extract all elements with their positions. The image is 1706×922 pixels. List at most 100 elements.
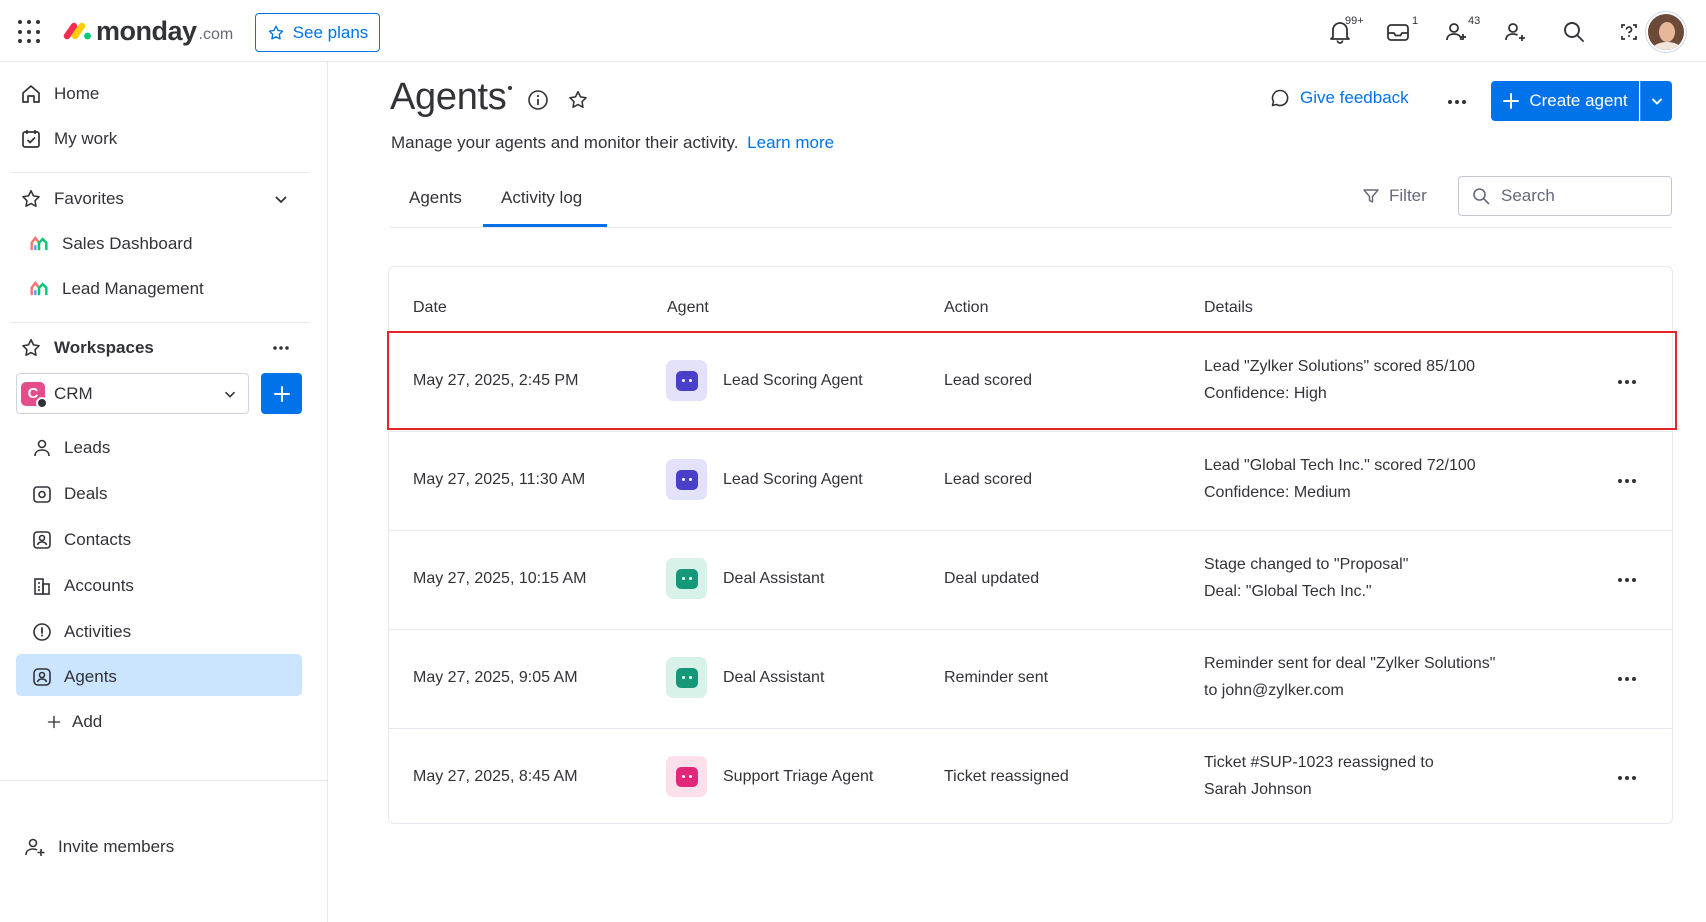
sidebar-item-accounts[interactable]: Accounts	[32, 568, 134, 604]
info-icon[interactable]	[527, 89, 549, 111]
activity-icon	[33, 623, 51, 641]
invite-user-icon[interactable]	[1502, 19, 1528, 45]
sidebar-add-button[interactable]: Add	[46, 704, 102, 740]
row-agent: Deal Assistant	[723, 570, 825, 587]
notifications-bell-icon[interactable]: 99+	[1327, 15, 1364, 45]
more-horizontal-icon[interactable]	[271, 340, 291, 356]
table-row[interactable]: May 27, 2025, 11:30 AM Lead Scoring Agen…	[389, 431, 1672, 530]
sidebar-item-deals[interactable]: Deals	[32, 476, 107, 512]
column-header-action: Action	[944, 299, 989, 316]
sidebar-item-my-work[interactable]: My work	[20, 121, 117, 157]
row-more-icon[interactable]	[1615, 568, 1639, 592]
sidebar-item-label: Accounts	[64, 576, 134, 595]
team-badge: 43	[1468, 15, 1481, 27]
apps-grid-icon[interactable]	[18, 20, 42, 44]
sidebar-item-label: Agents	[64, 667, 117, 686]
row-details-line-2: Confidence: High	[1204, 385, 1327, 402]
row-action: Reminder sent	[944, 669, 1049, 686]
sidebar-workspaces-header[interactable]: Workspaces	[20, 330, 154, 366]
row-details-line-1: Stage changed to "Proposal"	[1204, 556, 1409, 573]
give-feedback-button[interactable]: Give feedback	[1270, 88, 1409, 108]
row-agent: Support Triage Agent	[723, 768, 874, 785]
row-date: May 27, 2025, 2:45 PM	[413, 372, 579, 389]
row-date: May 27, 2025, 8:45 AM	[413, 768, 578, 785]
robot-face-icon	[675, 568, 698, 589]
row-more-icon[interactable]	[1615, 469, 1639, 493]
page-title: Agents	[390, 76, 507, 118]
favorite-item-lead-management[interactable]: Lead Management	[28, 271, 204, 307]
sidebar-item-activities[interactable]: Activities	[32, 614, 131, 650]
person-icon	[34, 439, 50, 457]
filter-button[interactable]: Filter	[1362, 186, 1427, 206]
favorite-item-label: Sales Dashboard	[62, 234, 193, 253]
table-row[interactable]: May 27, 2025, 10:15 AM Deal Assistant De…	[389, 530, 1672, 629]
inbox-icon[interactable]: 1	[1385, 15, 1418, 45]
sidebar-item-contacts[interactable]: Contacts	[32, 522, 131, 558]
table-row[interactable]: May 27, 2025, 9:05 AM Deal Assistant Rem…	[389, 629, 1672, 728]
sidebar: Home My work Favorites Sales Dashboard L…	[0, 62, 328, 922]
row-details-line-1: Lead "Zylker Solutions" scored 85/100	[1204, 358, 1476, 375]
agent-avatar-icon	[666, 360, 707, 401]
create-agent-dropdown-button[interactable]	[1640, 81, 1672, 121]
filter-icon	[1363, 189, 1379, 203]
inbox-badge: 1	[1412, 15, 1419, 27]
team-icon[interactable]: 43	[1444, 15, 1480, 45]
logo-wordmark: monday	[96, 15, 197, 46]
row-agent: Lead Scoring Agent	[723, 471, 863, 488]
invite-members-button[interactable]: Invite members	[24, 836, 174, 858]
contact-icon	[33, 531, 51, 549]
chevron-down-icon	[1651, 98, 1662, 105]
learn-more-link[interactable]: Learn more	[747, 133, 834, 152]
sidebar-divider	[10, 322, 310, 323]
monday-logo-icon	[63, 22, 91, 40]
sidebar-add-label: Add	[72, 712, 103, 731]
home-icon	[22, 85, 40, 103]
search-field[interactable]	[1458, 176, 1672, 216]
column-header-agent: Agent	[667, 299, 709, 316]
favorite-star-icon[interactable]	[567, 89, 589, 111]
sidebar-item-leads[interactable]: Leads	[32, 430, 110, 466]
tab-agents[interactable]: Agents	[409, 188, 462, 208]
column-header-details: Details	[1204, 299, 1253, 316]
row-more-icon[interactable]	[1615, 667, 1639, 691]
robot-face-icon	[675, 766, 698, 787]
give-feedback-label: Give feedback	[1300, 88, 1409, 107]
row-date: May 27, 2025, 9:05 AM	[413, 669, 578, 686]
create-agent-button[interactable]: Create agent	[1491, 81, 1639, 121]
row-more-icon[interactable]	[1615, 766, 1639, 790]
table-row[interactable]: May 27, 2025, 2:45 PM Lead Scoring Agent…	[389, 332, 1672, 431]
tab-activity-log[interactable]: Activity log	[501, 188, 582, 208]
sidebar-item-agents[interactable]: Agents	[32, 659, 117, 695]
monday-logo[interactable]: monday .com	[62, 14, 233, 48]
table-row[interactable]: May 27, 2025, 8:45 AM Support Triage Age…	[389, 728, 1672, 827]
deal-icon	[33, 486, 51, 503]
sidebar-item-label: Deals	[64, 484, 108, 503]
search-icon[interactable]	[1561, 19, 1587, 45]
avatar[interactable]	[1646, 12, 1686, 52]
chevron-down-icon[interactable]	[272, 190, 290, 208]
help-icon[interactable]	[1616, 19, 1642, 45]
row-more-icon[interactable]	[1615, 370, 1639, 394]
top-bar: monday .com See plans 99+ 1 43	[0, 0, 1706, 62]
sidebar-item-label: Home	[54, 84, 100, 103]
star-icon	[268, 25, 283, 40]
filter-label: Filter	[1389, 186, 1427, 205]
robot-face-icon	[675, 667, 698, 688]
star-icon	[22, 338, 40, 357]
sidebar-divider	[10, 172, 310, 173]
column-header-date: Date	[413, 299, 447, 316]
sidebar-favorites-header[interactable]: Favorites	[20, 181, 124, 217]
row-details-line-1: Reminder sent for deal "Zylker Solutions…	[1204, 655, 1496, 672]
sidebar-item-home[interactable]: Home	[20, 76, 99, 112]
workspace-selector[interactable]: C CRM	[16, 373, 249, 414]
search-icon	[1473, 188, 1490, 205]
agent-icon	[33, 668, 51, 686]
row-details-line-2: Confidence: Medium	[1204, 484, 1351, 501]
title-dot	[508, 86, 512, 90]
add-workspace-item-button[interactable]	[261, 373, 302, 414]
see-plans-button[interactable]: See plans	[255, 13, 380, 52]
star-icon	[22, 189, 40, 208]
search-input[interactable]	[1501, 186, 1651, 206]
more-options-icon[interactable]	[1445, 90, 1469, 114]
favorite-item-sales-dashboard[interactable]: Sales Dashboard	[28, 226, 192, 262]
